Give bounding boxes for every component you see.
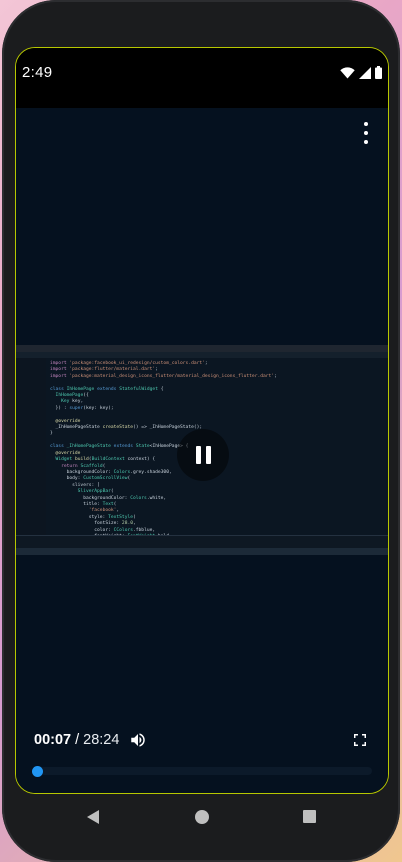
phone-frame: 2:49 import 'package:facebook_ui_redesig…: [2, 0, 400, 862]
progress-bar[interactable]: [32, 765, 372, 777]
duration: 28:24: [83, 732, 120, 748]
status-icons: [340, 66, 382, 79]
status-time: 2:49: [22, 64, 53, 81]
recents-icon[interactable]: [303, 810, 316, 823]
more-vert-icon[interactable]: [356, 122, 376, 144]
progress-thumb[interactable]: [32, 765, 44, 777]
status-bar: 2:49: [16, 48, 388, 104]
current-time: 00:07: [34, 732, 72, 748]
player-controls: 00:07 / 28:24: [16, 728, 388, 793]
video-player[interactable]: import 'package:facebook_ui_redesign/cus…: [16, 108, 388, 793]
screen: 2:49 import 'package:facebook_ui_redesig…: [15, 47, 389, 794]
time-separator: /: [75, 732, 80, 748]
battery-icon: [375, 66, 382, 79]
signal-icon: [359, 66, 371, 79]
volume-up-icon[interactable]: [128, 731, 148, 749]
nav-bar: [2, 800, 400, 836]
pause-icon: [195, 446, 201, 464]
fullscreen-icon[interactable]: [352, 732, 368, 748]
home-icon[interactable]: [195, 810, 209, 824]
pause-button[interactable]: [177, 429, 229, 481]
back-icon[interactable]: [86, 810, 100, 824]
wifi-icon: [340, 66, 355, 78]
time-display: 00:07 / 28:24: [34, 731, 148, 749]
